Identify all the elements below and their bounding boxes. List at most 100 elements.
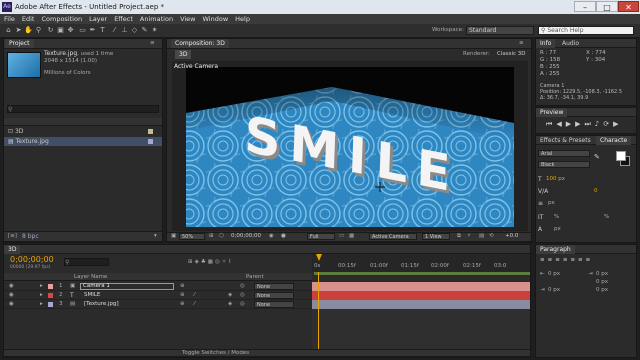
font-style-select[interactable]: Black [538, 161, 590, 168]
audio-icon[interactable]: ♪ [595, 120, 603, 128]
always-preview-icon[interactable]: ▣ [171, 233, 176, 239]
hide-shy-icon[interactable]: ♣ [201, 259, 208, 265]
expand-arrow-icon[interactable]: ▸ [40, 301, 43, 307]
puppet-tool-icon[interactable]: ✶ [150, 26, 159, 35]
toggle-pixel-aspect-icon[interactable]: ⧉ [457, 233, 461, 240]
label-color-swatch[interactable] [148, 139, 153, 144]
horizontal-scale-value[interactable]: % [604, 214, 609, 220]
menu-effect[interactable]: Effect [110, 14, 136, 23]
table-row[interactable]: ◉ ▸ 2 T SMILE ⊕ ⁄ ◈ ◎ None [4, 291, 316, 300]
rectangle-tool-icon[interactable]: ▭ [78, 26, 87, 35]
pickwhip-icon[interactable]: ◎ [240, 292, 245, 298]
font-family-select[interactable]: Arial [538, 150, 590, 157]
expand-arrow-icon[interactable]: ▸ [40, 292, 43, 298]
hand-tool-icon[interactable]: ✋ [24, 26, 33, 35]
menu-composition[interactable]: Composition [37, 14, 85, 23]
menu-window[interactable]: Window [199, 14, 232, 23]
workspace-select[interactable]: Standard [466, 26, 534, 35]
menu-file[interactable]: File [0, 14, 18, 23]
type-tool-icon[interactable]: T [98, 26, 107, 35]
frame-blending-icon[interactable]: ▦ [208, 259, 215, 265]
pickwhip-icon[interactable]: ◎ [240, 283, 245, 289]
flowchart-icon[interactable]: ⟲ [489, 233, 494, 239]
last-frame-icon[interactable]: ⏭ [584, 120, 594, 128]
table-row[interactable]: ◉ ▸ 3 ▤ [Texture.jpg] ⊕ ⁄ ◈ ◎ None [4, 300, 316, 309]
first-line-value[interactable]: 0 px [548, 287, 560, 293]
close-icon[interactable]: ✕ [618, 1, 639, 12]
timeline-icon[interactable]: ▤ [479, 233, 484, 239]
view-layout-select[interactable]: 1 View [422, 233, 450, 240]
fill-color-swatch[interactable] [616, 151, 626, 161]
tab-paragraph[interactable]: Paragraph [536, 245, 575, 254]
renderer-value[interactable]: Classic 3D [497, 51, 526, 57]
roto-brush-tool-icon[interactable]: ✎ [140, 26, 149, 35]
pen-tool-icon[interactable]: ✒ [88, 26, 97, 35]
tab-timeline-3d[interactable]: 3D [4, 245, 21, 254]
list-item[interactable]: ▤ Texture.jpg [8, 138, 49, 146]
pickwhip-icon[interactable]: ◎ [240, 301, 245, 307]
ram-preview-icon[interactable]: ▶ [613, 120, 622, 128]
expand-arrow-icon[interactable]: ▸ [40, 283, 43, 289]
loop-icon[interactable]: ⟳ [603, 120, 613, 128]
justify-right-icon[interactable]: ≡ [578, 257, 586, 263]
play-icon[interactable]: ▶ [566, 120, 575, 128]
space-before-value[interactable]: 0 px [596, 279, 608, 285]
current-time[interactable]: 0;00;00;00 [231, 233, 261, 239]
vertical-scale-value[interactable]: % [554, 214, 559, 220]
eye-icon[interactable]: ◉ [9, 292, 14, 298]
camera-view-select[interactable]: Active Camera [369, 233, 417, 240]
menu-layer[interactable]: Layer [85, 14, 110, 23]
label-color-swatch[interactable] [148, 129, 153, 134]
tracking-value[interactable]: 0 [594, 188, 598, 194]
layer-name[interactable]: SMILE [84, 292, 100, 298]
delete-icon[interactable]: ▾ [154, 233, 157, 239]
table-row[interactable]: ◉ ▸ 1 ▣ Camera 1 ⊕ ◎ None [4, 282, 316, 291]
label-color-swatch[interactable] [48, 284, 53, 289]
3d-layer-icon[interactable]: ◈ [228, 301, 232, 307]
clone-stamp-tool-icon[interactable]: ⊥ [120, 26, 129, 35]
eyedropper-icon[interactable]: ✎ [594, 153, 600, 161]
maximize-icon[interactable]: □ [596, 1, 618, 12]
layer-bar-texture[interactable] [312, 300, 530, 309]
baseline-shift-value[interactable]: px [554, 226, 561, 232]
indent-left-value[interactable]: 0 px [548, 271, 560, 277]
tab-composition[interactable]: Composition: 3D [171, 39, 229, 48]
justify-center-icon[interactable]: ≡ [570, 257, 578, 263]
switch-icon[interactable]: ⊕ [180, 292, 185, 298]
label-color-swatch[interactable] [48, 302, 53, 307]
tab-audio[interactable]: Audio [558, 39, 583, 48]
safe-zones-icon[interactable]: ⊞ [209, 233, 214, 239]
eye-icon[interactable]: ◉ [9, 283, 14, 289]
comp-mini-flowchart-icon[interactable]: ⊞ [188, 259, 195, 265]
eraser-tool-icon[interactable]: ◇ [130, 26, 139, 35]
time-ruler[interactable]: 0s 00:15f 01:00f 01:15f 02:00f 02:15f 03… [312, 254, 530, 272]
menu-view[interactable]: View [176, 14, 198, 23]
project-search-input[interactable]: ⚲ [7, 105, 159, 113]
3d-layer-icon[interactable]: ◈ [228, 292, 232, 298]
indent-right-value[interactable]: 0 px [596, 271, 608, 277]
search-help-input[interactable]: ⚲ Search Help [538, 26, 634, 35]
playhead-icon[interactable] [316, 254, 322, 261]
align-left-icon[interactable]: ≡ [540, 257, 548, 263]
stroke-width-unit[interactable]: px [548, 200, 555, 206]
rotate-tool-icon[interactable]: ↻ [46, 26, 55, 35]
parent-select[interactable]: None [254, 301, 294, 308]
layer-bar-camera[interactable] [312, 282, 530, 291]
channel-icon[interactable]: ⬡ [219, 233, 224, 239]
tab-project[interactable]: Project [5, 39, 34, 48]
align-right-icon[interactable]: ≡ [555, 257, 563, 263]
prev-frame-icon[interactable]: ◀ [556, 120, 565, 128]
toggle-switches-modes[interactable]: Toggle Switches / Modes [182, 350, 249, 356]
layer-name[interactable]: Camera 1 [80, 283, 174, 290]
home-tool-icon[interactable]: ⌂ [4, 26, 13, 35]
color-channel-icon[interactable]: ● [281, 233, 286, 239]
panel-menu-icon[interactable]: ≡ [150, 40, 155, 46]
timeline-current-time[interactable]: 0;00;00;00 [10, 255, 54, 264]
zoom-select[interactable]: 50% [179, 233, 205, 240]
resolution-select[interactable]: Full [307, 233, 335, 240]
fx-switch-icon[interactable]: ⁄ [194, 301, 195, 307]
tab-info[interactable]: Info [536, 39, 556, 48]
panel-menu-icon[interactable]: ≡ [519, 40, 524, 46]
first-frame-icon[interactable]: ⏮ [546, 120, 556, 128]
label-color-swatch[interactable] [48, 293, 53, 298]
